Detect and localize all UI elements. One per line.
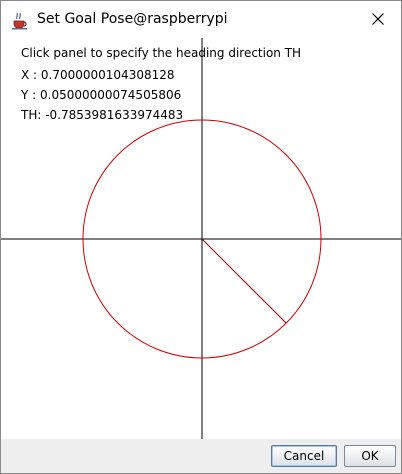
heading-panel[interactable]: Click panel to specify the heading direc…	[1, 38, 401, 439]
title-bar[interactable]: Set Goal Pose@raspberrypi	[1, 1, 401, 38]
ok-button[interactable]: OK	[344, 445, 396, 467]
instruction-text: Click panel to specify the heading direc…	[21, 46, 302, 60]
y-value-text: Y : 0.05000000074505806	[21, 88, 182, 102]
cancel-button[interactable]: Cancel	[271, 445, 337, 467]
window-title: Set Goal Pose@raspberrypi	[37, 11, 228, 27]
close-button[interactable]	[355, 1, 401, 38]
button-bar: Cancel OK	[1, 439, 401, 473]
x-value-text: X : 0.7000000104308128	[21, 68, 175, 82]
heading-line	[201, 238, 287, 324]
java-coffee-icon	[10, 10, 30, 30]
goal-pose-dialog: Set Goal Pose@raspberrypi Click panel to…	[0, 0, 402, 474]
close-x-icon	[372, 10, 384, 29]
th-value-text: TH: -0.7853981633974483	[21, 108, 184, 122]
